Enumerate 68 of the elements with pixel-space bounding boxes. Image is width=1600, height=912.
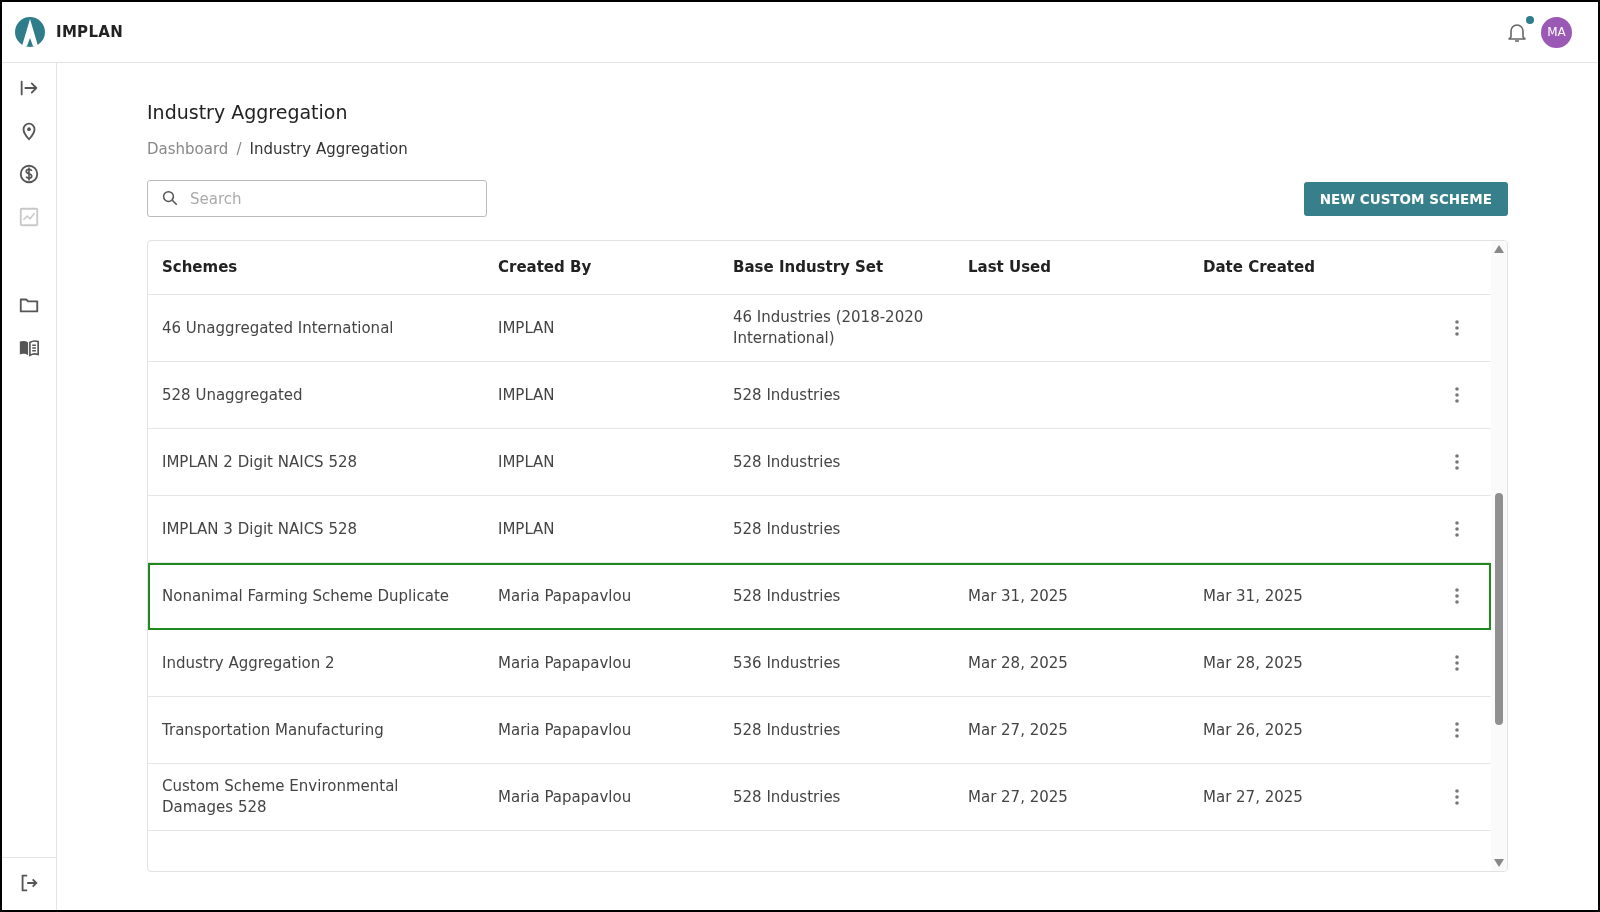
more-options-icon[interactable] bbox=[1455, 722, 1459, 738]
table-cell-text: IMPLAN 3 Digit NAICS 528 bbox=[162, 518, 359, 540]
table-cell-text: Mar 28, 2025 bbox=[968, 652, 1069, 674]
table-cell-text: 528 Industries bbox=[733, 518, 842, 540]
table-cell-text: 528 Unaggregated bbox=[162, 384, 304, 406]
table-cell-text: 528 Industries bbox=[733, 585, 842, 607]
more-options-icon[interactable] bbox=[1455, 387, 1459, 403]
table-cell-text: Mar 27, 2025 bbox=[1203, 786, 1304, 808]
more-options-icon[interactable] bbox=[1455, 588, 1459, 604]
table-cell-text: 46 Unaggregated International bbox=[162, 317, 395, 339]
column-header[interactable]: Base Industry Set bbox=[733, 257, 968, 278]
scroll-up-icon[interactable] bbox=[1494, 245, 1504, 253]
table-cell-text: Mar 27, 2025 bbox=[968, 719, 1069, 741]
scrollbar-thumb[interactable] bbox=[1495, 493, 1503, 725]
table-cell-text: Maria Papapavlou bbox=[498, 719, 633, 741]
table-cell-text: IMPLAN bbox=[498, 451, 556, 473]
column-header[interactable]: Created By bbox=[498, 257, 733, 278]
user-avatar[interactable]: MA bbox=[1541, 16, 1572, 48]
breadcrumb-link[interactable]: Dashboard bbox=[147, 140, 229, 158]
table-cell-text: Maria Papapavlou bbox=[498, 585, 633, 607]
table-cell-text: Mar 28, 2025 bbox=[1203, 652, 1304, 674]
scroll-down-icon[interactable] bbox=[1494, 859, 1504, 867]
table-cell-text: 528 Industries bbox=[733, 786, 842, 808]
table-cell-text: Transportation Manufacturing bbox=[162, 719, 385, 741]
table-cell-text: 528 Industries bbox=[733, 451, 842, 473]
table-cell-text: 528 Industries bbox=[733, 384, 842, 406]
table-row[interactable]: 46 Unaggregated International IMPLAN 46 Industries (2018-2020 International) bbox=[148, 295, 1491, 362]
column-header[interactable]: Date Created bbox=[1203, 257, 1455, 278]
table-row[interactable]: 528 Unaggregated IMPLAN 528 Industries bbox=[148, 362, 1491, 429]
brand-name: IMPLAN bbox=[56, 23, 124, 41]
book-icon[interactable] bbox=[18, 337, 40, 359]
dollar-circle-icon[interactable] bbox=[18, 163, 40, 185]
scrollbar[interactable] bbox=[1491, 241, 1507, 871]
more-options-icon[interactable] bbox=[1455, 655, 1459, 671]
table-cell-text: 46 Industries (2018-2020 International) bbox=[733, 307, 925, 349]
column-header[interactable]: Last Used bbox=[968, 257, 1203, 278]
table-row[interactable]: Industry Aggregation 2 Maria Papapavlou 536 Industries Mar 28, 2025 Mar 28, 2025 bbox=[148, 630, 1491, 697]
table-cell-text: Mar 31, 2025 bbox=[1203, 585, 1304, 607]
table-cell-text: 536 Industries bbox=[733, 652, 842, 674]
table-row[interactable]: IMPLAN 3 Digit NAICS 528 IMPLAN 528 Industries bbox=[148, 496, 1491, 563]
table-row[interactable]: Transportation Manufacturing Maria Papapavlou 528 Industries Mar 27, 2025 Mar 26, 2025 bbox=[148, 697, 1491, 764]
search-field[interactable]: Search bbox=[147, 180, 487, 217]
table-cell-text: Mar 26, 2025 bbox=[1203, 719, 1304, 741]
table-cell-text: Nonanimal Farming Scheme Duplicate bbox=[162, 585, 450, 607]
table-cell-text: Mar 27, 2025 bbox=[968, 786, 1069, 808]
new-custom-scheme-button[interactable]: NEW CUSTOM SCHEME bbox=[1303, 181, 1508, 216]
table-cell-text: IMPLAN bbox=[498, 518, 556, 540]
table-row[interactable]: Nonanimal Farming Scheme Duplicate Maria Papapavlou 528 Industries Mar 31, 2025 Mar 31, 2025 bbox=[148, 563, 1491, 630]
table-row[interactable]: IMPLAN 2 Digit NAICS 528 IMPLAN 528 Industries bbox=[148, 429, 1491, 496]
more-options-icon[interactable] bbox=[1455, 789, 1459, 805]
column-header[interactable]: Schemes bbox=[162, 257, 498, 278]
table-cell-text: Mar 31, 2025 bbox=[968, 585, 1069, 607]
table-cell-text: Custom Scheme Environmental Damages 528 bbox=[162, 776, 400, 818]
more-options-icon[interactable] bbox=[1455, 320, 1459, 336]
table-cell-text: Maria Papapavlou bbox=[498, 786, 633, 808]
more-options-icon[interactable] bbox=[1455, 521, 1459, 537]
breadcrumb-current: Industry Aggregation bbox=[249, 140, 408, 158]
table-cell-text: IMPLAN 2 Digit NAICS 528 bbox=[162, 451, 359, 473]
table-cell-text: IMPLAN bbox=[498, 317, 556, 339]
more-options-icon[interactable] bbox=[1455, 454, 1459, 470]
logo-icon bbox=[14, 16, 46, 48]
table-row[interactable]: Custom Scheme Environmental Damages 528 Maria Papapavlou 528 Industries Mar 27, 2025 Mar 27, 2025 bbox=[148, 764, 1491, 831]
page-title: Industry Aggregation bbox=[147, 101, 349, 123]
breadcrumb-separator: / bbox=[236, 140, 242, 158]
table-cell-text: Industry Aggregation 2 bbox=[162, 652, 336, 674]
table-cell-text: 528 Industries bbox=[733, 719, 842, 741]
table-cell-text: Maria Papapavlou bbox=[498, 652, 633, 674]
table-cell-text: IMPLAN bbox=[498, 384, 556, 406]
